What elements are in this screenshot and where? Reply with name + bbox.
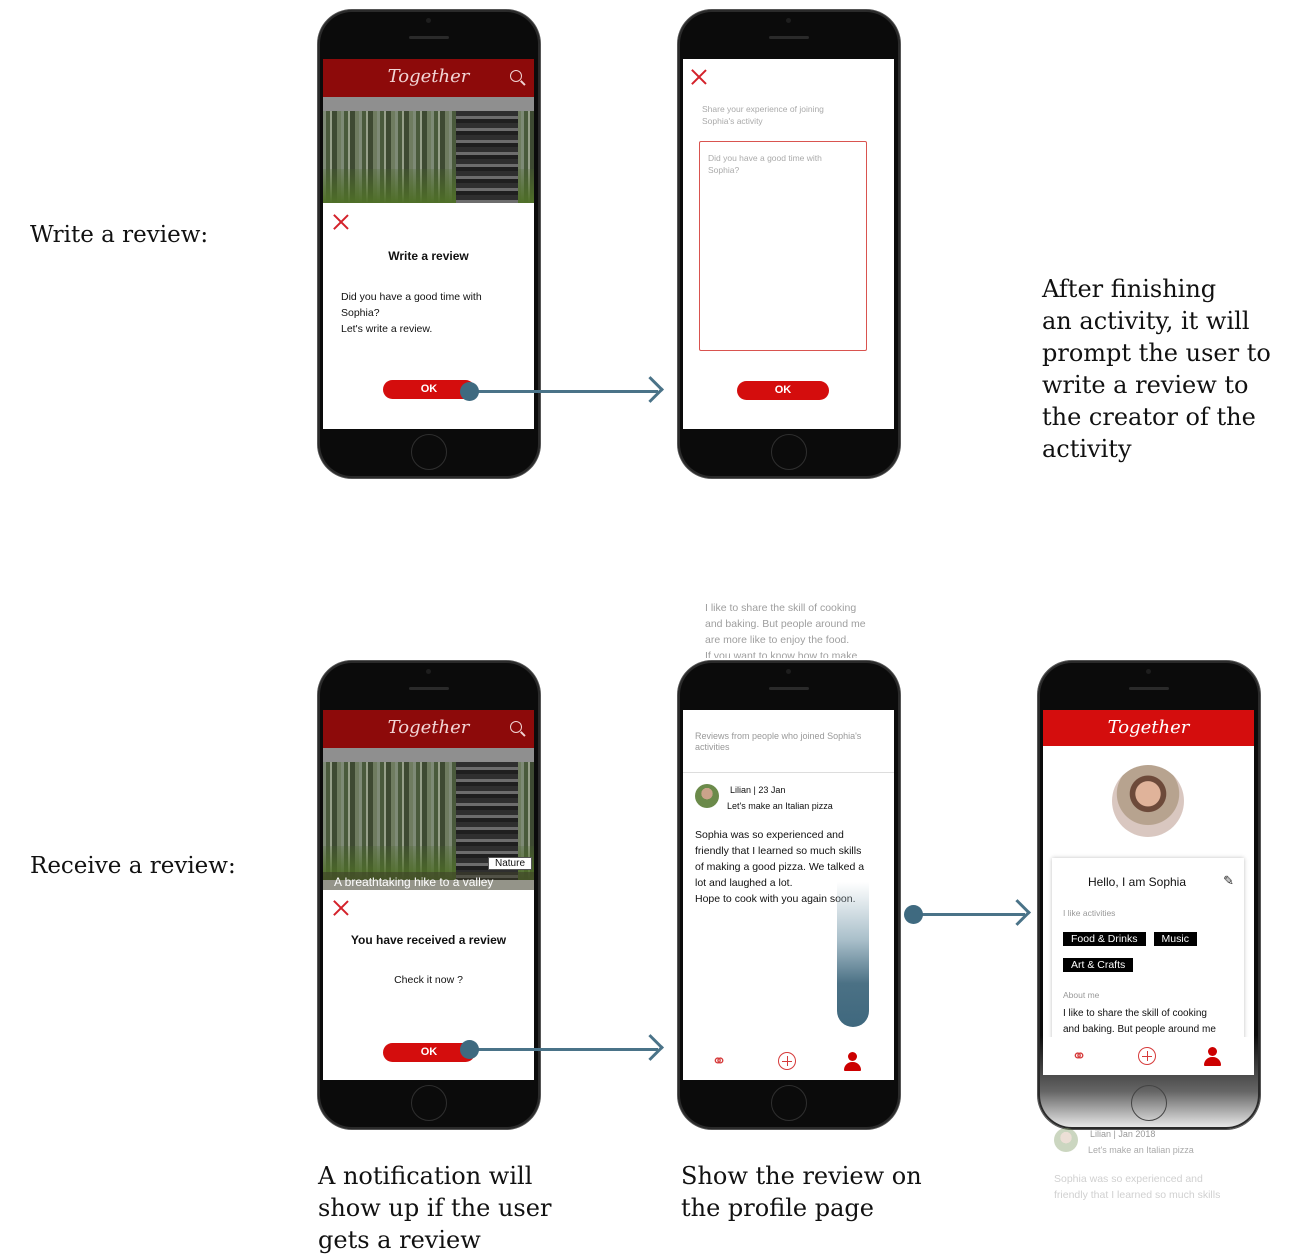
reviews-header: Reviews from people who joined Sophia's … — [695, 731, 862, 752]
reviewer-meta: Lilian | 23 Jan — [730, 785, 786, 795]
phone-write-form: Share your experience of joining Sophia'… — [678, 10, 900, 478]
tag-list: Food & Drinks Music — [1063, 927, 1205, 946]
screen: Share your experience of joining Sophia'… — [683, 59, 894, 429]
dialog-title: You have received a review — [350, 933, 507, 947]
close-icon[interactable] — [333, 900, 349, 916]
bottom-nav: ⚭ — [1043, 1037, 1254, 1075]
flow-arrow — [904, 899, 1031, 926]
phone-write-prompt: Together Write a review Did you have a g… — [318, 10, 540, 478]
reviewer-avatar — [695, 784, 719, 808]
home-button[interactable] — [411, 434, 447, 470]
app-header: Together — [323, 59, 534, 97]
app-brand: Together — [387, 717, 470, 738]
link-icon[interactable]: ⚭ — [1069, 1047, 1089, 1067]
bottom-nav: ⚭ — [683, 1042, 894, 1080]
dialog-body: Did you have a good time with Sophia? Le… — [341, 291, 482, 335]
review-textarea[interactable]: Did you have a good time with Sophia? — [699, 141, 867, 351]
textarea-placeholder: Did you have a good time with Sophia? — [708, 153, 822, 175]
review-prompt: Share your experience of joining Sophia'… — [702, 104, 824, 126]
profile-icon[interactable] — [1202, 1047, 1222, 1067]
flow-arrow — [460, 376, 664, 403]
tag-music[interactable]: Music — [1153, 932, 1197, 946]
section-label-write: Write a review: — [30, 222, 209, 248]
link-icon[interactable]: ⚭ — [709, 1052, 729, 1072]
tag-art-crafts[interactable]: Art & Crafts — [1063, 958, 1134, 972]
phone-profile: Together Hello, I am Sophia ✎ I like act… — [1038, 661, 1260, 1129]
close-icon[interactable] — [333, 214, 349, 230]
profile-icon[interactable] — [842, 1052, 862, 1072]
app-header: Together — [323, 710, 534, 748]
dialog-title: Write a review — [388, 249, 469, 263]
caption-notification: A notification will show up if the user … — [318, 1162, 552, 1254]
profile-avatar — [1112, 765, 1184, 837]
screen: Together Write a review Did you have a g… — [323, 59, 534, 429]
app-brand: Together — [1107, 717, 1190, 738]
category-tag: Nature — [487, 857, 532, 870]
dialog-body: Check it now ? — [394, 974, 463, 986]
tag-food-drinks[interactable]: Food & Drinks — [1063, 932, 1146, 946]
search-icon[interactable] — [510, 70, 522, 82]
home-button[interactable] — [1131, 1085, 1167, 1121]
flow-arrow — [460, 1034, 664, 1061]
screen: Together Hello, I am Sophia ✎ I like act… — [1043, 710, 1254, 1075]
phone-notification: Together Nature A breathtaking hike to a… — [318, 661, 540, 1129]
received-review-dialog: You have received a review Check it now … — [323, 890, 534, 1080]
caption-write-description: After finishing an activity, it will pro… — [1042, 275, 1271, 463]
below-reviewer: Lilian | Jan 2018 — [1090, 1129, 1156, 1139]
write-review-dialog: Write a review Did you have a good time … — [323, 204, 534, 429]
reviewer-avatar-faded — [1054, 1128, 1078, 1152]
profile-card: Hello, I am Sophia ✎ I like activities F… — [1052, 858, 1244, 1048]
screen: Together Nature A breathtaking hike to a… — [323, 710, 534, 1080]
phone-reviews: Reviews from people who joined Sophia's … — [678, 661, 900, 1129]
below-review: Sophia was so experienced and friendly t… — [1054, 1173, 1221, 1201]
review-activity: Let's make an Italian pizza — [727, 801, 833, 811]
below-activity: Let's make an Italian pizza — [1088, 1145, 1194, 1155]
about-text: I like to share the skill of cooking and… — [1063, 1008, 1216, 1035]
section-label-receive: Receive a review: — [30, 853, 236, 879]
scroll-gesture-indicator — [837, 882, 869, 1027]
app-header: Together — [1043, 710, 1254, 746]
likes-label: I like activities — [1063, 908, 1116, 918]
profile-about-bleed: I like to share the skill of cooking and… — [705, 600, 866, 658]
submit-ok-button[interactable]: OK — [737, 381, 829, 400]
app-brand: Together — [387, 66, 470, 87]
caption-profile-review: Show the review on the profile page — [681, 1162, 922, 1222]
edit-pencil-icon[interactable]: ✎ — [1223, 874, 1234, 889]
about-label: About me — [1063, 990, 1100, 1000]
home-button[interactable] — [411, 1085, 447, 1121]
home-button[interactable] — [771, 1085, 807, 1121]
search-icon[interactable] — [510, 721, 522, 733]
screen: Reviews from people who joined Sophia's … — [683, 710, 894, 1080]
add-icon[interactable] — [778, 1052, 796, 1070]
close-icon[interactable] — [691, 69, 707, 85]
home-button[interactable] — [771, 434, 807, 470]
add-icon[interactable] — [1138, 1047, 1156, 1065]
card-title: A breathtaking hike to a valley — [334, 875, 494, 889]
profile-greeting: Hello, I am Sophia — [1087, 875, 1187, 889]
